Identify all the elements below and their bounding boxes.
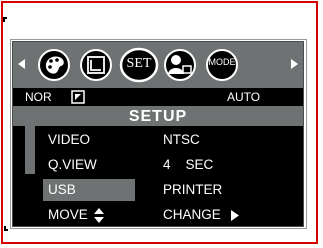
footer-bar: MOVE CHANGE — [13, 204, 303, 226]
mode-icon-row: SET MODE — [13, 42, 303, 88]
menu-item-usb[interactable]: USB PRINTER — [43, 179, 293, 201]
frame-icon[interactable] — [79, 48, 113, 82]
setup-menu-list: VIDEO NTSC Q.VIEW 4 SEC USB PRINTER — [13, 126, 303, 204]
left-arrow-icon[interactable] — [18, 59, 25, 69]
menu-item-label: Q.VIEW — [48, 157, 97, 172]
corner-tick — [4, 226, 6, 231]
footer-change-label: CHANGE — [163, 207, 221, 222]
menu-item-value: PRINTER — [163, 182, 223, 197]
scroll-thumb[interactable] — [25, 174, 35, 204]
corner-tick — [3, 17, 5, 22]
menu-item-value: NTSC — [163, 132, 200, 147]
person-icon[interactable] — [163, 48, 197, 82]
set-label: SET — [126, 56, 152, 71]
menu-item-value: 4 SEC — [163, 157, 214, 172]
menu-item-qview[interactable]: Q.VIEW 4 SEC — [43, 154, 293, 176]
mode-label: MODE — [208, 57, 236, 67]
palette-icon[interactable] — [37, 48, 71, 82]
frame-mode-icon — [71, 90, 85, 104]
menu-title-bar: SETUP — [13, 106, 303, 126]
status-bar: NOR AUTO — [13, 88, 303, 106]
lcd-screen: SET MODE NOR AUTO SETUP VIDEO NTSC Q.VIE… — [12, 41, 304, 227]
menu-item-video[interactable]: VIDEO NTSC — [43, 129, 293, 151]
auto-badge: AUTO — [227, 90, 261, 104]
footer-move-label: MOVE — [48, 207, 88, 222]
menu-item-label: USB — [48, 182, 76, 197]
right-triangle-icon — [231, 210, 239, 221]
quality-badge: NOR — [25, 90, 52, 104]
menu-item-label: VIDEO — [48, 132, 91, 147]
up-down-arrow-icon — [94, 208, 104, 223]
page-title: SETUP — [128, 108, 188, 125]
right-arrow-icon[interactable] — [291, 59, 298, 69]
menu-scrollbar[interactable] — [25, 126, 35, 204]
